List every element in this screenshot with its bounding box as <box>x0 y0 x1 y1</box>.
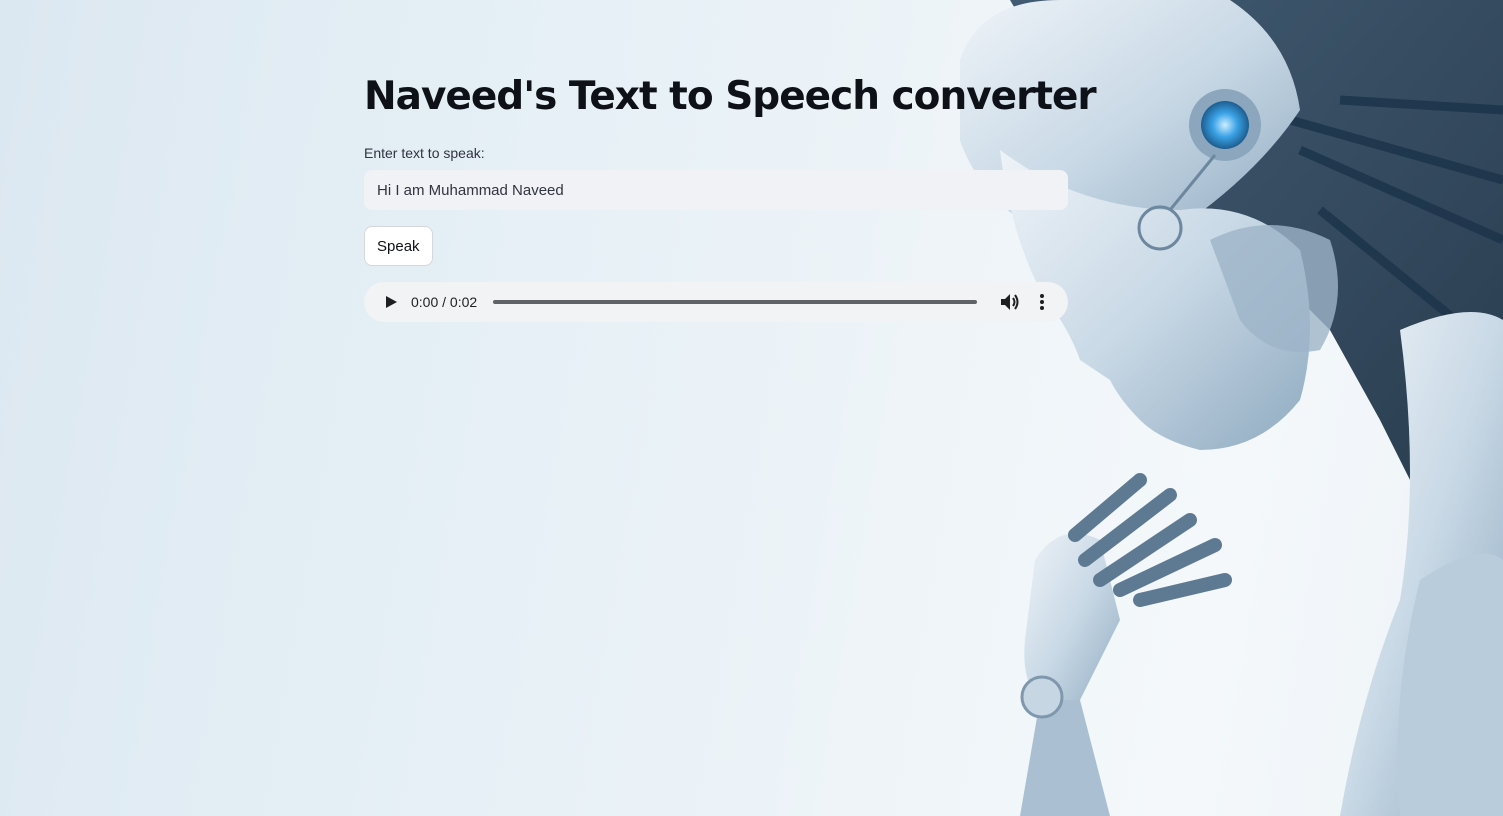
page-title: Naveed's Text to Speech converter <box>364 74 1097 119</box>
volume-icon[interactable] <box>1000 293 1020 311</box>
more-options-icon[interactable] <box>1032 293 1052 311</box>
audio-player: 0:00 / 0:02 <box>364 282 1068 322</box>
audio-seek-bar[interactable] <box>493 300 977 304</box>
audio-time-display: 0:00 / 0:02 <box>411 294 478 310</box>
speech-text-input[interactable] <box>364 170 1068 210</box>
play-icon[interactable] <box>384 295 398 309</box>
speak-button[interactable]: Speak <box>364 226 433 266</box>
text-input-label: Enter text to speak: <box>364 145 485 161</box>
robot-background-illustration <box>960 0 1503 816</box>
